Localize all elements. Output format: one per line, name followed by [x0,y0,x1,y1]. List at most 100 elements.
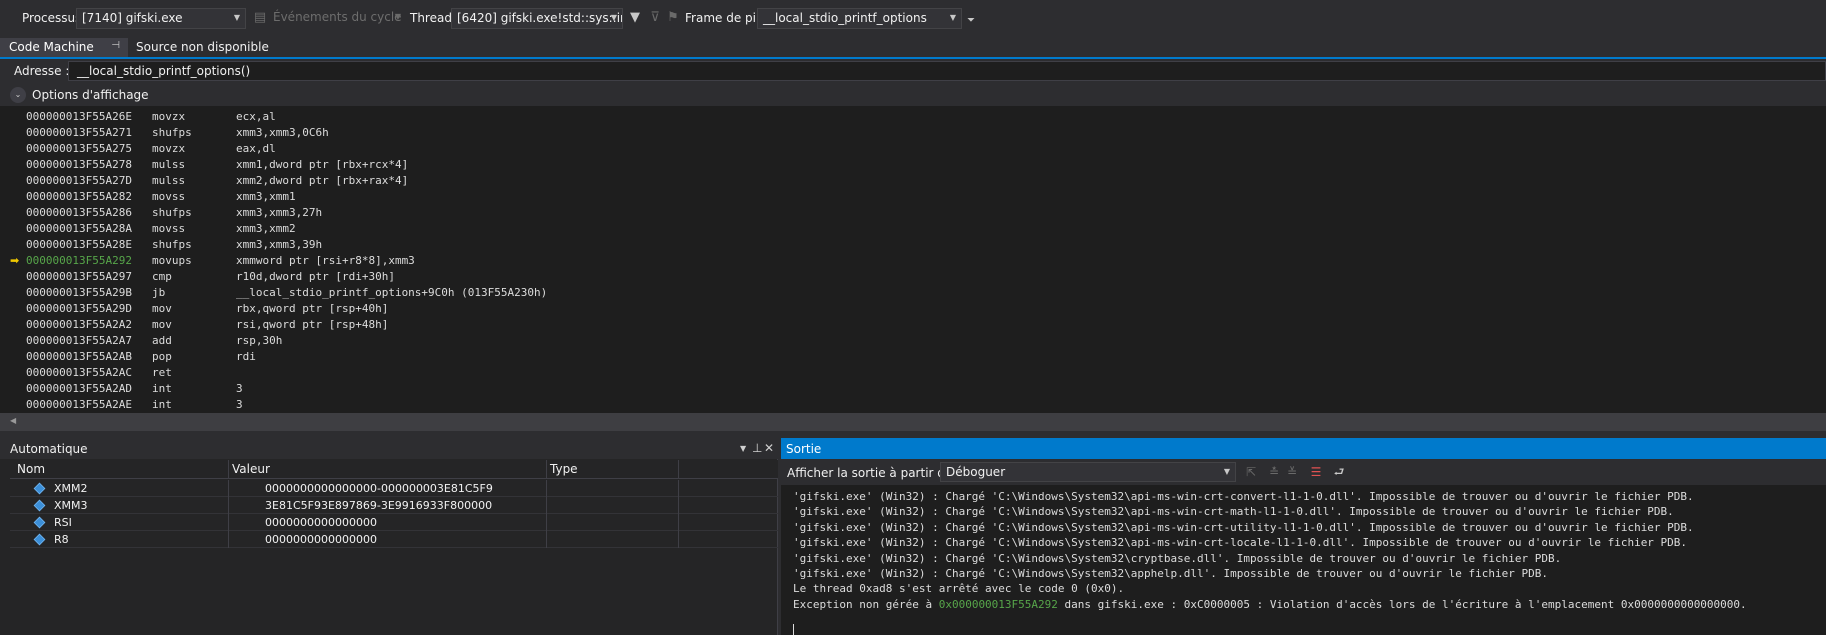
variable-name: XMM2 [54,482,88,495]
output-line: 'gifski.exe' (Win32) : Chargé 'C:\Window… [793,520,1694,534]
disassembly-line[interactable]: 000000013F55A2AC ret [22,365,1812,381]
column-header-value[interactable]: Valeur [232,462,270,476]
instruction-mnemonic: movzx [152,142,186,155]
instruction-operands: xmm1,dword ptr [rbx+rcx*4] [236,158,409,171]
word-wrap-icon[interactable]: ⮐ [1331,464,1347,480]
instruction-pointer-arrow-icon: ➡ [10,254,20,267]
disassembly-line[interactable]: 000000013F55A27D mulss xmm2,dword ptr [rbx… [22,173,1812,189]
disassembly-line[interactable]: 000000013F55A2A7 add rsp,30h [22,333,1812,349]
instruction-mnemonic: movss [152,222,186,235]
table-row[interactable]: XMM3 3E81C5F93E897869-3E9916933F800000 [10,497,778,514]
instruction-address: 000000013F55A28A [26,222,132,235]
tab-code-machine[interactable]: Code Machine ⊣ [0,38,128,57]
variable-name: R8 [54,533,69,546]
variable-value[interactable]: 0000000000000000-000000003E81C5F9 [265,482,493,495]
instruction-operands: ecx,al [236,110,276,123]
instruction-operands: rdi [236,350,256,363]
filter-icon[interactable]: ▼ [626,9,644,27]
scroll-left-icon[interactable]: ◀ [10,416,16,425]
variable-icon [33,516,46,529]
output-line: Le thread 0xad8 s'est arrêté avec le cod… [793,582,1125,596]
indicator-margin[interactable]: ➡ [0,106,22,413]
disassembly-line[interactable]: 000000013F55A29D mov rbx,qword ptr [rsp+40… [22,301,1812,317]
disassembly-line[interactable]: 000000013F55A28A movss xmm3,xmm2 [22,221,1812,237]
disassembly-line[interactable]: 000000013F55A282 movss xmm3,xmm1 [22,189,1812,205]
flag-icon[interactable]: ⚑ [664,9,682,27]
autos-title: Automatique [10,442,88,456]
disassembly-line[interactable]: 000000013F55A278 mulss xmm1,dword ptr [rbx… [22,157,1812,173]
instruction-operands: xmm3,xmm2 [236,222,296,235]
pin-icon[interactable]: ⊣ [111,40,120,51]
instruction-mnemonic: shufps [152,126,192,139]
disassembly-line[interactable]: 000000013F55A275 movzx eax,dl [22,141,1812,157]
column-divider[interactable] [228,460,229,479]
column-divider[interactable] [678,460,679,479]
document-tab-strip: Code Machine ⊣ Source non disponible [0,38,1826,59]
column-divider [228,497,229,514]
expand-toggle-icon[interactable]: ⌄ [10,87,26,103]
next-message-icon[interactable]: ≚ [1284,464,1300,480]
disassembly-line[interactable]: 000000013F55A2A2 mov rsi,qword ptr [rsp+48… [22,317,1812,333]
variable-value[interactable]: 0000000000000000 [265,516,377,529]
output-text[interactable]: 'gifski.exe' (Win32) : Chargé 'C:\Window… [793,489,1747,612]
pin-icon[interactable]: ⊥ [752,441,762,455]
overflow-icon[interactable]: ⏷ [962,12,980,30]
stack-frame-dropdown[interactable]: __local_stdio_printf_options ▼ [757,8,962,29]
disassembly-line[interactable]: 000000013F55A26E movzx ecx,al [22,109,1812,125]
disassembly-line[interactable]: 000000013F55A2AE int 3 [22,397,1812,413]
column-header-type[interactable]: Type [550,462,578,476]
column-divider [228,531,229,548]
tab-source-unavailable[interactable]: Source non disponible [127,38,277,57]
instruction-operands: xmmword ptr [rsi+r8*8],xmm3 [236,254,415,267]
output-source-value: Déboguer [946,465,1006,479]
variable-value[interactable]: 3E81C5F93E897869-3E9916933F800000 [265,499,492,512]
disassembly-line[interactable]: 000000013F55A2AD int 3 [22,381,1812,397]
window-position-icon[interactable]: ▼ [740,444,746,453]
disassembly-line[interactable]: 000000013F55A297 cmp r10d,dword ptr [rdi+3… [22,269,1812,285]
instruction-address: 000000013F55A278 [26,158,132,171]
variable-value[interactable]: 0000000000000000 [265,533,377,546]
process-dropdown[interactable]: [7140] gifski.exe ▼ [76,8,246,29]
horizontal-scrollbar[interactable]: ◀ [0,413,1826,431]
chevron-down-icon: ▼ [949,13,956,22]
address-input[interactable]: __local_stdio_printf_options() [68,61,1826,81]
clear-all-icon[interactable]: ☰ [1308,464,1324,480]
disassembly-line[interactable]: 000000013F55A2AB pop rdi [22,349,1812,365]
disassembly-view[interactable]: ➡ 000000013F55A26E movzx ecx,al 000000013F5… [0,106,1826,413]
instruction-mnemonic: cmp [152,270,172,283]
disassembly-line[interactable]: 000000013F55A29B jb __local_stdio_printf_o… [22,285,1812,301]
instruction-address: 000000013F55A27D [26,174,132,187]
thread-value: [6420] gifski.exe!std::sys::imp::thre [457,11,622,25]
viewing-options-label[interactable]: Options d'affichage [32,88,149,102]
chevron-down-icon: ▼ [233,13,240,22]
disassembly-line[interactable]: 000000013F55A286 shufps xmm3,xmm3,27h [22,205,1812,221]
exception-address-link[interactable]: 0x000000013F55A292 [939,598,1058,611]
variable-icon [33,482,46,495]
close-icon[interactable]: ✕ [764,441,774,455]
disassembly-line-current[interactable]: 000000013F55A292 movups xmmword ptr [rsi+r… [22,253,1812,269]
autos-grid-body: XMM2 0000000000000000-000000003E81C5F9 XMM… [10,480,778,548]
disassembly-line[interactable]: 000000013F55A271 shufps xmm3,xmm3,0C6h [22,125,1812,141]
lifecycle-events-dropdown[interactable]: Événements du cycle de vie ▼ [268,8,406,29]
previous-message-icon[interactable]: ≛ [1266,464,1282,480]
output-line: 'gifski.exe' (Win32) : Chargé 'C:\Window… [793,551,1562,565]
instruction-mnemonic: mov [152,302,172,315]
table-row[interactable]: XMM2 0000000000000000-000000003E81C5F9 [10,480,778,497]
table-row[interactable]: RSI 0000000000000000 [10,514,778,531]
find-in-output-icon[interactable]: ⇱ [1243,464,1259,480]
column-divider[interactable] [546,460,547,479]
instruction-address: 000000013F55A2AE [26,398,132,411]
instruction-address: 000000013F55A29B [26,286,132,299]
thread-dropdown[interactable]: [6420] gifski.exe!std::sys::imp::thre ▼ [451,8,623,29]
output-source-dropdown[interactable]: Déboguer ▼ [940,462,1236,482]
autos-title-bar: Automatique ▼ ⊥ ✕ [0,438,778,459]
filter-clear-icon[interactable]: ⊽ [646,9,664,27]
output-line: 'gifski.exe' (Win32) : Chargé 'C:\Window… [793,505,1674,519]
instruction-address: 000000013F55A2AD [26,382,132,395]
tab-label: Source non disponible [136,40,269,54]
instruction-address: 000000013F55A2A7 [26,334,132,347]
column-header-name[interactable]: Nom [17,462,45,476]
table-row[interactable]: R8 0000000000000000 [10,531,778,548]
disassembly-lines: 000000013F55A26E movzx ecx,al 000000013F55A… [22,109,1812,413]
disassembly-line[interactable]: 000000013F55A28E shufps xmm3,xmm3,39h [22,237,1812,253]
